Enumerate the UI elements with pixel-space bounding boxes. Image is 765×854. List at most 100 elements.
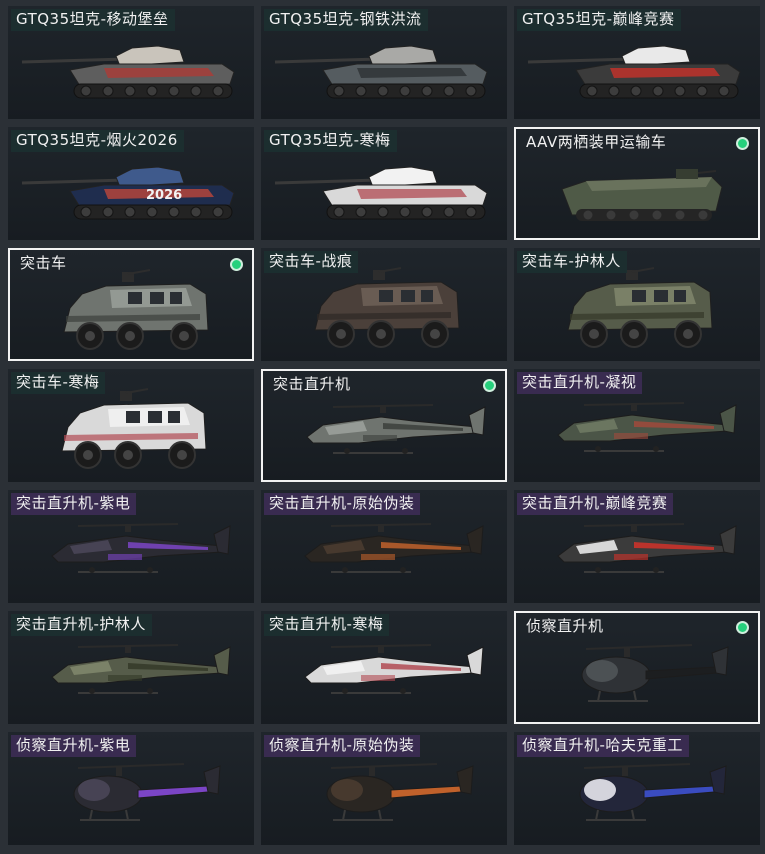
skin-name: GTQ35坦克-移动堡垒 [11, 9, 175, 31]
scout-tail-boom [643, 785, 715, 799]
tank-wheel [421, 206, 433, 218]
skin-card[interactable]: GTQ35坦克-寒梅 [261, 127, 507, 240]
tank-wheel [696, 85, 708, 97]
tank-wheel [630, 85, 642, 97]
aav-wheel [675, 210, 685, 220]
tank-wheel [80, 85, 92, 97]
skin-card[interactable]: 侦察直升机-原始伪装 [261, 732, 507, 845]
skin-card[interactable]: 突击车-战痕 [261, 248, 507, 361]
equipped-indicator-icon [736, 621, 749, 634]
skin-card[interactable]: 突击直升机-紫电 [8, 490, 254, 603]
heli-rotor-mast [378, 645, 384, 653]
skin-card[interactable]: AAV两栖装甲运输车 [514, 127, 760, 240]
truck-window [150, 292, 164, 304]
heli-wheel [653, 567, 659, 573]
skin-card[interactable]: 突击直升机-寒梅 [261, 611, 507, 724]
skin-card[interactable]: 突击直升机-凝视 [514, 369, 760, 482]
skin-name: 突击直升机-巅峰竞赛 [517, 493, 674, 515]
heli-rotor-mast [378, 524, 384, 532]
aav-wheel [583, 210, 593, 220]
skin-name: GTQ35坦克-烟火2026 [11, 130, 184, 152]
skin-card[interactable]: GTQ35坦克-巅峰竞赛 [514, 6, 760, 119]
truck-window [674, 290, 686, 302]
tank-wheel [355, 206, 367, 218]
heli-weapon-pod [108, 554, 142, 560]
heli-wheel [400, 688, 406, 694]
skin-card[interactable]: 突击车 [8, 248, 254, 361]
truck-hub [85, 331, 95, 341]
skin-name: 侦察直升机-哈夫克重工 [517, 735, 689, 757]
skin-card[interactable]: 突击直升机-护林人 [8, 611, 254, 724]
tank-wheel [399, 206, 411, 218]
tank-decal-text: 2026 [146, 188, 182, 203]
skin-name: 突击车 [20, 254, 67, 272]
skin-name: GTQ35坦克-寒梅 [264, 130, 397, 152]
truck-hub [83, 450, 93, 460]
tank-barrel [21, 57, 127, 64]
equipped-indicator-icon [483, 379, 496, 392]
equipped-indicator-icon [230, 258, 243, 271]
truck-hub [177, 450, 187, 460]
aav-wheel [629, 210, 639, 220]
skin-name: 突击直升机-凝视 [517, 372, 643, 394]
skin-card[interactable]: 突击直升机-原始伪装 [261, 490, 507, 603]
scout-rotor-mast [624, 647, 630, 657]
tank-wheel [421, 85, 433, 97]
tank-wheel [355, 85, 367, 97]
scout-rotor-mast [369, 766, 375, 776]
truck-hub [430, 329, 440, 339]
tank-wheel [124, 206, 136, 218]
skin-card[interactable]: 突击车-寒梅 [8, 369, 254, 482]
tank-wheel [190, 206, 202, 218]
tank-turret [368, 45, 438, 67]
heli-weapon-pod [614, 433, 648, 439]
aav-wheel [606, 210, 616, 220]
skin-card[interactable]: GTQ35坦克-钢铁洪流 [261, 6, 507, 119]
scout-strut [633, 690, 637, 702]
skin-card[interactable]: GTQ35坦克-移动堡垒 [8, 6, 254, 119]
tank-wheel [465, 85, 477, 97]
heli-wheel [89, 688, 95, 694]
aav-gun [697, 170, 717, 174]
scout-tail-boom [645, 666, 717, 680]
scout-strut [342, 809, 346, 821]
truck-window [126, 411, 140, 423]
skin-name: 突击直升机-寒梅 [264, 614, 390, 636]
truck-window [401, 290, 415, 302]
tank-wheel [718, 85, 730, 97]
skin-name: 侦察直升机 [526, 617, 604, 635]
truck-hub [376, 329, 386, 339]
heli-rotor-mast [631, 403, 637, 411]
skin-card[interactable]: 突击车-护林人 [514, 248, 760, 361]
tank-wheel [443, 85, 455, 97]
heli-rotor-mast [125, 524, 131, 532]
skin-card[interactable]: 侦察直升机-紫电 [8, 732, 254, 845]
skin-card[interactable]: 2026 GTQ35坦克-烟火2026 [8, 127, 254, 240]
tank-turret [115, 45, 185, 67]
skin-name: 突击直升机 [273, 375, 351, 393]
truck-window [168, 411, 180, 423]
skin-name: 突击车-战痕 [264, 251, 359, 273]
truck-window [128, 292, 142, 304]
tank-wheel [674, 85, 686, 97]
scout-strut [89, 809, 93, 821]
tank-turret [621, 45, 691, 67]
tank-wheel [168, 85, 180, 97]
tank-wheel [443, 206, 455, 218]
skin-card[interactable]: 突击直升机 [261, 369, 507, 482]
skin-name: GTQ35坦克-巅峰竞赛 [517, 9, 681, 31]
scout-rotor [77, 763, 185, 769]
heli-rotor-mast [631, 524, 637, 532]
tank-wheel [652, 85, 664, 97]
skin-card[interactable]: 侦察直升机-哈夫克重工 [514, 732, 760, 845]
scout-canopy [584, 779, 616, 801]
tank-wheel [608, 85, 620, 97]
truck-hub [179, 331, 189, 341]
skin-card[interactable]: 突击直升机-巅峰竞赛 [514, 490, 760, 603]
aav-turret [676, 169, 698, 179]
tank-wheel [146, 206, 158, 218]
skin-card[interactable]: 侦察直升机 [514, 611, 760, 724]
skin-name: 突击直升机-紫电 [11, 493, 137, 515]
truck-window [148, 411, 162, 423]
vehicle-skin-grid: GTQ35坦克-移动堡垒 GTQ35坦克-钢铁洪流 GTQ35坦克-巅峰竞赛 2026… [0, 0, 765, 854]
